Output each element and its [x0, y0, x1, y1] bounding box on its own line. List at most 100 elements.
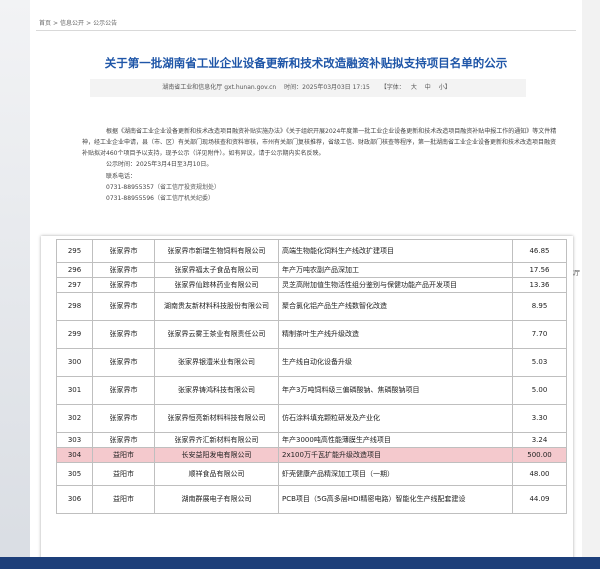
- row-amount: 3.30: [512, 404, 567, 433]
- row-project: PCB项目（5G高多层HDI精密电路）智能化生产线配套建设: [278, 485, 513, 514]
- row-number: 302: [56, 404, 93, 433]
- table-row: 296 张家界市 张家界福太子食品有限公司 年产万吨农副产品深加工 17.56: [56, 262, 567, 278]
- row-city: 张家界市: [92, 292, 155, 321]
- row-project: 年产万吨农副产品深加工: [278, 262, 513, 278]
- row-number: 297: [56, 277, 93, 293]
- font-large-button[interactable]: 大: [411, 84, 417, 91]
- row-number: 296: [56, 262, 93, 278]
- article-source: 湖南省工业和信息化厅 gxt.hunan.gov.cn: [162, 84, 277, 91]
- row-number: 298: [56, 292, 93, 321]
- font-medium-button[interactable]: 中: [425, 84, 431, 91]
- article-body: 根据《湖南省工业企业设备更新和技术改造项目融资补贴实施办法》《关于组织开展202…: [82, 126, 560, 204]
- row-city: 益阳市: [92, 447, 155, 463]
- row-city: 张家界市: [92, 432, 155, 448]
- table-row: 303 张家界市 张家界齐汇新材料有限公司 年产3000吨高性能薄膜生产线项目 …: [56, 432, 567, 448]
- row-project: 精制茶叶生产线升级改造: [278, 320, 513, 349]
- row-city: 张家界市: [92, 348, 155, 377]
- font-size-control: 【字体： 大 中 小】: [378, 84, 454, 91]
- contact-phone: 0731-88955357: [106, 184, 154, 191]
- row-company: 张家界福太子食品有限公司: [154, 262, 279, 278]
- row-city: 张家界市: [92, 239, 155, 263]
- bottom-taskbar-strip: [0, 557, 600, 569]
- row-company: 张家界齐汇新材料有限公司: [154, 432, 279, 448]
- row-company: 张家界铸鸿科技有限公司: [154, 376, 279, 405]
- row-company: 张家界云雾王茶业有限责任公司: [154, 320, 279, 349]
- table-row: 295 张家界市 张家界市新瑞生物饲料有限公司 高端生物能化饲料生产线改扩建项目…: [56, 239, 567, 263]
- article-time: 时间：2025年03月03日 17:15: [284, 84, 370, 91]
- row-city: 张家界市: [92, 404, 155, 433]
- table-row: 306 益阳市 湖南群展电子有限公司 PCB项目（5G高多层HDI精密电路）智能…: [56, 485, 567, 514]
- row-company: 张家界市新瑞生物饲料有限公司: [154, 239, 279, 263]
- row-amount: 5.00: [512, 376, 567, 405]
- table-row: 301 张家界市 张家界铸鸿科技有限公司 年产3万吨饲料级三偏磷酸钠、焦磷酸钠项…: [56, 376, 567, 405]
- project-table: 295 张家界市 张家界市新瑞生物饲料有限公司 高端生物能化饲料生产线改扩建项目…: [56, 239, 567, 514]
- row-company: 湖南贵友新材料科技股份有限公司: [154, 292, 279, 321]
- row-project: 2x100万千瓦扩能升级改造项目: [278, 447, 513, 463]
- row-number: 295: [56, 239, 93, 263]
- contact-phone: 0731-88955596: [106, 195, 154, 202]
- row-company: 张家界恒亮新材料科技有限公司: [154, 404, 279, 433]
- table-row: 302 张家界市 张家界恒亮新材料科技有限公司 仿石涂料填充颗粒研发及产业化 3…: [56, 404, 567, 433]
- row-amount: 5.03: [512, 348, 567, 377]
- contact-line: 0731-88955596（省工信厅机关纪委）: [82, 193, 560, 204]
- row-city: 益阳市: [92, 485, 155, 514]
- row-city: 张家界市: [92, 320, 155, 349]
- contact-line: 0731-88955357（省工信厅投资规划处）: [82, 182, 560, 193]
- row-project: 虾壳健康产品精深加工项目（一期）: [278, 462, 513, 486]
- row-amount: 13.36: [512, 277, 567, 293]
- row-city: 张家界市: [92, 277, 155, 293]
- table-row: 300 张家界市 张家界银澧米业有限公司 生产线自动化设备升级 5.03: [56, 348, 567, 377]
- row-amount: 3.24: [512, 432, 567, 448]
- left-background: [0, 0, 30, 569]
- breadcrumb-info-public[interactable]: 信息公开: [60, 20, 84, 27]
- row-number: 304: [56, 447, 93, 463]
- row-company: 湖南群展电子有限公司: [154, 485, 279, 514]
- row-number: 301: [56, 376, 93, 405]
- row-city: 张家界市: [92, 376, 155, 405]
- breadcrumb-separator: >: [53, 20, 59, 27]
- row-amount: 17.56: [512, 262, 567, 278]
- attachment-table-popup: 295 张家界市 张家界市新瑞生物饲料有限公司 高端生物能化饲料生产线改扩建项目…: [41, 236, 573, 569]
- breadcrumb-home[interactable]: 首页: [39, 20, 51, 27]
- header-divider: [36, 30, 576, 31]
- contact-title: 联系电话：: [106, 173, 137, 180]
- article-paragraph: 根据《湖南省工业企业设备更新和技术改造项目融资补贴实施办法》《关于组织开展202…: [82, 128, 557, 157]
- page-title: 关于第一批湖南省工业企业设备更新和技术改造融资补贴拟支持项目名单的公示: [104, 56, 508, 70]
- row-number: 299: [56, 320, 93, 349]
- article-meta-bar: 湖南省工业和信息化厅 gxt.hunan.gov.cn 时间：2025年03月0…: [90, 79, 526, 97]
- row-project: 灵芝高附加值生物活性组分鉴别与保健功能产品开发项目: [278, 277, 513, 293]
- contact-note: （省工信厅投资规划处）: [153, 184, 220, 191]
- breadcrumb-announcements[interactable]: 公示公告: [93, 20, 117, 27]
- publicity-period: 公示时间：2025年3月4日至3月10日。: [106, 161, 213, 168]
- row-project: 高端生物能化饲料生产线改扩建项目: [278, 239, 513, 263]
- row-city: 益阳市: [92, 462, 155, 486]
- font-small-button[interactable]: 小】: [439, 84, 451, 91]
- row-project: 生产线自动化设备升级: [278, 348, 513, 377]
- row-amount: 44.09: [512, 485, 567, 514]
- row-company: 长安益阳发电有限公司: [154, 447, 279, 463]
- row-city: 张家界市: [92, 262, 155, 278]
- row-number: 303: [56, 432, 93, 448]
- breadcrumb: 首页 > 信息公开 > 公示公告: [39, 18, 117, 27]
- row-company: 张家界仙踪林药业有限公司: [154, 277, 279, 293]
- row-amount: 7.70: [512, 320, 567, 349]
- row-amount: 500.00: [512, 447, 567, 463]
- table-row: 305 益阳市 顺祥食品有限公司 虾壳健康产品精深加工项目（一期） 48.00: [56, 462, 567, 486]
- row-project: 年产3万吨饲料级三偏磷酸钠、焦磷酸钠项目: [278, 376, 513, 405]
- row-number: 306: [56, 485, 93, 514]
- font-size-label: 【字体：: [380, 84, 405, 91]
- table-row: 297 张家界市 张家界仙踪林药业有限公司 灵芝高附加值生物活性组分鉴别与保健功…: [56, 277, 567, 293]
- row-company: 顺祥食品有限公司: [154, 462, 279, 486]
- row-amount: 46.85: [512, 239, 567, 263]
- right-background: [582, 0, 600, 569]
- table-row-highlighted: 304 益阳市 长安益阳发电有限公司 2x100万千瓦扩能升级改造项目 500.…: [56, 447, 567, 463]
- row-project: 聚合氯化铝产品生产线数智化改造: [278, 292, 513, 321]
- row-amount: 8.95: [512, 292, 567, 321]
- row-project: 年产3000吨高性能薄膜生产线项目: [278, 432, 513, 448]
- row-amount: 48.00: [512, 462, 567, 486]
- contact-note: （省工信厅机关纪委）: [153, 195, 214, 202]
- breadcrumb-separator: >: [86, 20, 92, 27]
- table-row: 298 张家界市 湖南贵友新材料科技股份有限公司 聚合氯化铝产品生产线数智化改造…: [56, 292, 567, 321]
- row-number: 305: [56, 462, 93, 486]
- row-company: 张家界银澧米业有限公司: [154, 348, 279, 377]
